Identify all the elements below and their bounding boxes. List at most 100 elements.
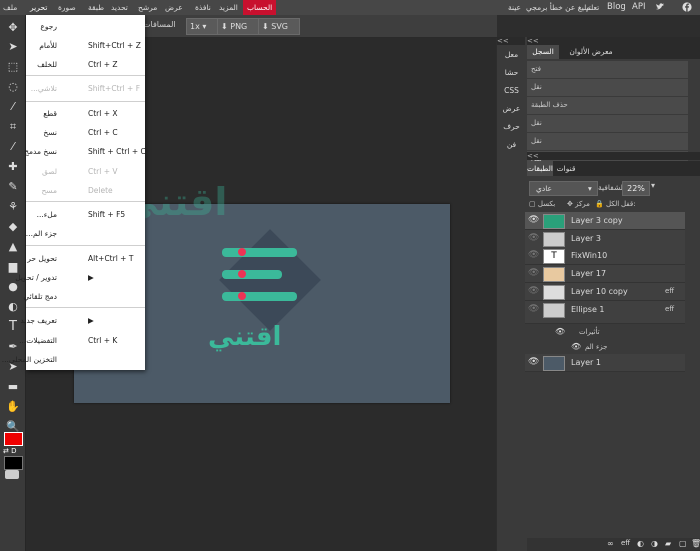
menu-more[interactable]: المزيد	[219, 0, 238, 15]
eye-icon[interactable]: 👁	[555, 327, 565, 336]
swap-colors-icon[interactable]: ⇄ D	[3, 447, 16, 455]
link-blog[interactable]: Blog	[607, 0, 626, 15]
layer-row[interactable]: 👁 Layer 3	[525, 230, 685, 248]
edit-menu-item[interactable]: دمج تلقائي	[23, 287, 145, 306]
side-tab[interactable]: معل	[499, 47, 524, 63]
menu-edit[interactable]: تحرير	[30, 0, 47, 15]
side-collapse-bar[interactable]: <<	[497, 37, 525, 45]
export-png-button[interactable]: ⬇ PNG	[217, 18, 261, 35]
menu-file[interactable]: ملف	[3, 0, 17, 15]
link-api[interactable]: API	[632, 0, 645, 15]
edit-menu-item[interactable]: تعريف جديد ▶	[20, 311, 145, 330]
quick-mask-icon[interactable]	[5, 470, 19, 479]
eye-icon[interactable]: 👁	[528, 268, 539, 279]
menu-image[interactable]: صورة	[58, 0, 76, 15]
link-layers-icon[interactable]: ∞	[607, 539, 614, 548]
menu-filter[interactable]: مرشح	[138, 0, 157, 15]
history-row[interactable]: حذف الطبقة	[527, 97, 688, 115]
eye-icon[interactable]: 👁	[528, 286, 539, 297]
layer-row-layer-1[interactable]: 👁 Layer 1	[525, 354, 685, 372]
blend-mode-select[interactable]: عادي ▾	[529, 181, 598, 196]
effects-icon[interactable]: eff	[621, 539, 630, 547]
eye-icon[interactable]: 👁	[528, 250, 539, 261]
link-learn[interactable]: تعلم	[586, 0, 599, 15]
side-tab[interactable]: حرف	[499, 119, 524, 135]
edit-menu-item[interactable]: التفضيلات... Ctrl + K	[19, 331, 145, 350]
tab-layers[interactable]: الطبقات	[527, 161, 553, 176]
link-report-bug[interactable]: تبليغ عن خطأ برمجي	[526, 0, 591, 15]
layer-effects-badge[interactable]: eff	[665, 305, 674, 313]
edit-menu-item[interactable]: ملء... Shift + F5	[26, 205, 145, 224]
side-tab[interactable]: فن	[499, 137, 524, 153]
side-tab[interactable]: حشا	[499, 65, 524, 81]
eye-icon[interactable]: 👁	[528, 233, 539, 244]
menu-select[interactable]: تحديد	[111, 0, 128, 15]
marquee-icon[interactable]: ⬚	[4, 59, 22, 75]
adjustment-icon[interactable]: ◑	[651, 539, 658, 548]
mask-icon[interactable]: ◐	[637, 539, 644, 548]
layer-effects-badge[interactable]: eff	[665, 287, 674, 295]
lasso-icon[interactable]: ◌	[4, 79, 22, 95]
eye-icon[interactable]: 👁	[528, 215, 539, 226]
background-color-swatch[interactable]	[4, 456, 23, 470]
healing-icon[interactable]: ✚	[4, 159, 22, 175]
new-layer-icon[interactable]: ▢	[679, 539, 687, 548]
history-row[interactable]: نقل	[527, 79, 688, 97]
eraser-icon[interactable]: ◆	[4, 219, 22, 235]
eye-icon[interactable]: 👁	[571, 342, 581, 351]
history-row[interactable]: نقل	[527, 115, 688, 133]
edit-menu-item[interactable]: للأمام Shift+Ctrl + Z	[26, 36, 145, 55]
history-row[interactable]: نقل	[527, 133, 688, 151]
edit-menu-item[interactable]: تحويل حر Alt+Ctrl + T	[26, 249, 145, 268]
layers-collapse-bar[interactable]: <<	[527, 152, 700, 160]
menu-view[interactable]: عرض	[165, 0, 183, 15]
history-collapse-bar[interactable]: <<	[527, 37, 700, 45]
fill-icon[interactable]: ▲	[4, 239, 22, 255]
move-tool-icon[interactable]: ✥	[4, 20, 22, 36]
lock-pixels-option[interactable]: ▢ بكسل	[529, 200, 555, 208]
layer-row[interactable]: 👁 Layer 10 copy eff	[525, 283, 685, 301]
lock-all-option[interactable]: 🔒 الكل	[595, 200, 619, 208]
eye-icon[interactable]: 👁	[528, 304, 539, 315]
side-tab[interactable]: عرض	[499, 101, 524, 117]
tab-channels[interactable]: قنوات	[555, 161, 577, 176]
side-tab[interactable]: CSS	[499, 83, 524, 99]
clone-icon[interactable]: ⚘	[4, 199, 22, 215]
shape-icon[interactable]: ▬	[4, 379, 22, 395]
edit-menu-item[interactable]: نسخ مدمج Shift + Ctrl + C	[24, 142, 146, 161]
trash-icon[interactable]: 🗑	[691, 539, 700, 548]
zoom-select[interactable]: 1x ▾	[186, 18, 220, 35]
chevron-down-icon[interactable]: ▾	[651, 181, 655, 190]
edit-menu-item[interactable]: التخزين المحلي...	[2, 350, 145, 369]
opacity-input[interactable]: 22%	[622, 181, 650, 196]
edit-menu-item[interactable]: جزء الم...	[26, 224, 145, 243]
foreground-color-swatch[interactable]	[4, 432, 23, 446]
layer-row[interactable]: 👁 Ellipse 1 eff	[525, 301, 685, 324]
tab-swatches[interactable]: معرض الألوان	[561, 45, 621, 59]
layer-row[interactable]: 👁 T FixWin10	[525, 247, 685, 265]
edit-menu-item[interactable]: للخلف Ctrl + Z	[26, 55, 145, 74]
brush-icon[interactable]: ✎	[4, 179, 22, 195]
magic-wand-icon[interactable]: ⁄	[4, 99, 22, 115]
menu-account[interactable]: الحساب	[243, 0, 277, 15]
crop-icon[interactable]: ⌗	[4, 119, 22, 135]
link-sample[interactable]: عينة	[508, 0, 521, 15]
eye-icon[interactable]: 👁	[528, 357, 539, 368]
menu-layer[interactable]: طبقة	[88, 0, 104, 15]
layer-row[interactable]: 👁 Layer 17	[525, 265, 685, 283]
lock-position-option[interactable]: ✥ مركز	[567, 200, 590, 208]
edit-menu-item[interactable]: تدوير / تحويل ▶	[15, 268, 145, 287]
select-arrow-icon[interactable]: ➤	[4, 39, 22, 55]
layer-row[interactable]: 👁 Layer 3 copy	[525, 212, 685, 230]
tab-history[interactable]: السجل	[527, 45, 559, 59]
twitter-icon[interactable]	[655, 2, 665, 12]
dodge-icon[interactable]: ◐	[4, 299, 22, 315]
facebook-icon[interactable]	[682, 2, 692, 12]
export-svg-button[interactable]: ⬇ SVG	[258, 18, 300, 35]
menu-window[interactable]: نافذة	[195, 0, 211, 15]
edit-menu-item[interactable]: قطع Ctrl + X	[26, 104, 145, 123]
edit-menu-item[interactable]: نسخ Ctrl + C	[26, 123, 145, 142]
hand-icon[interactable]: ✋	[4, 399, 22, 415]
history-row[interactable]: فتح	[527, 61, 688, 79]
eyedropper-icon[interactable]: ⁄	[4, 139, 22, 155]
